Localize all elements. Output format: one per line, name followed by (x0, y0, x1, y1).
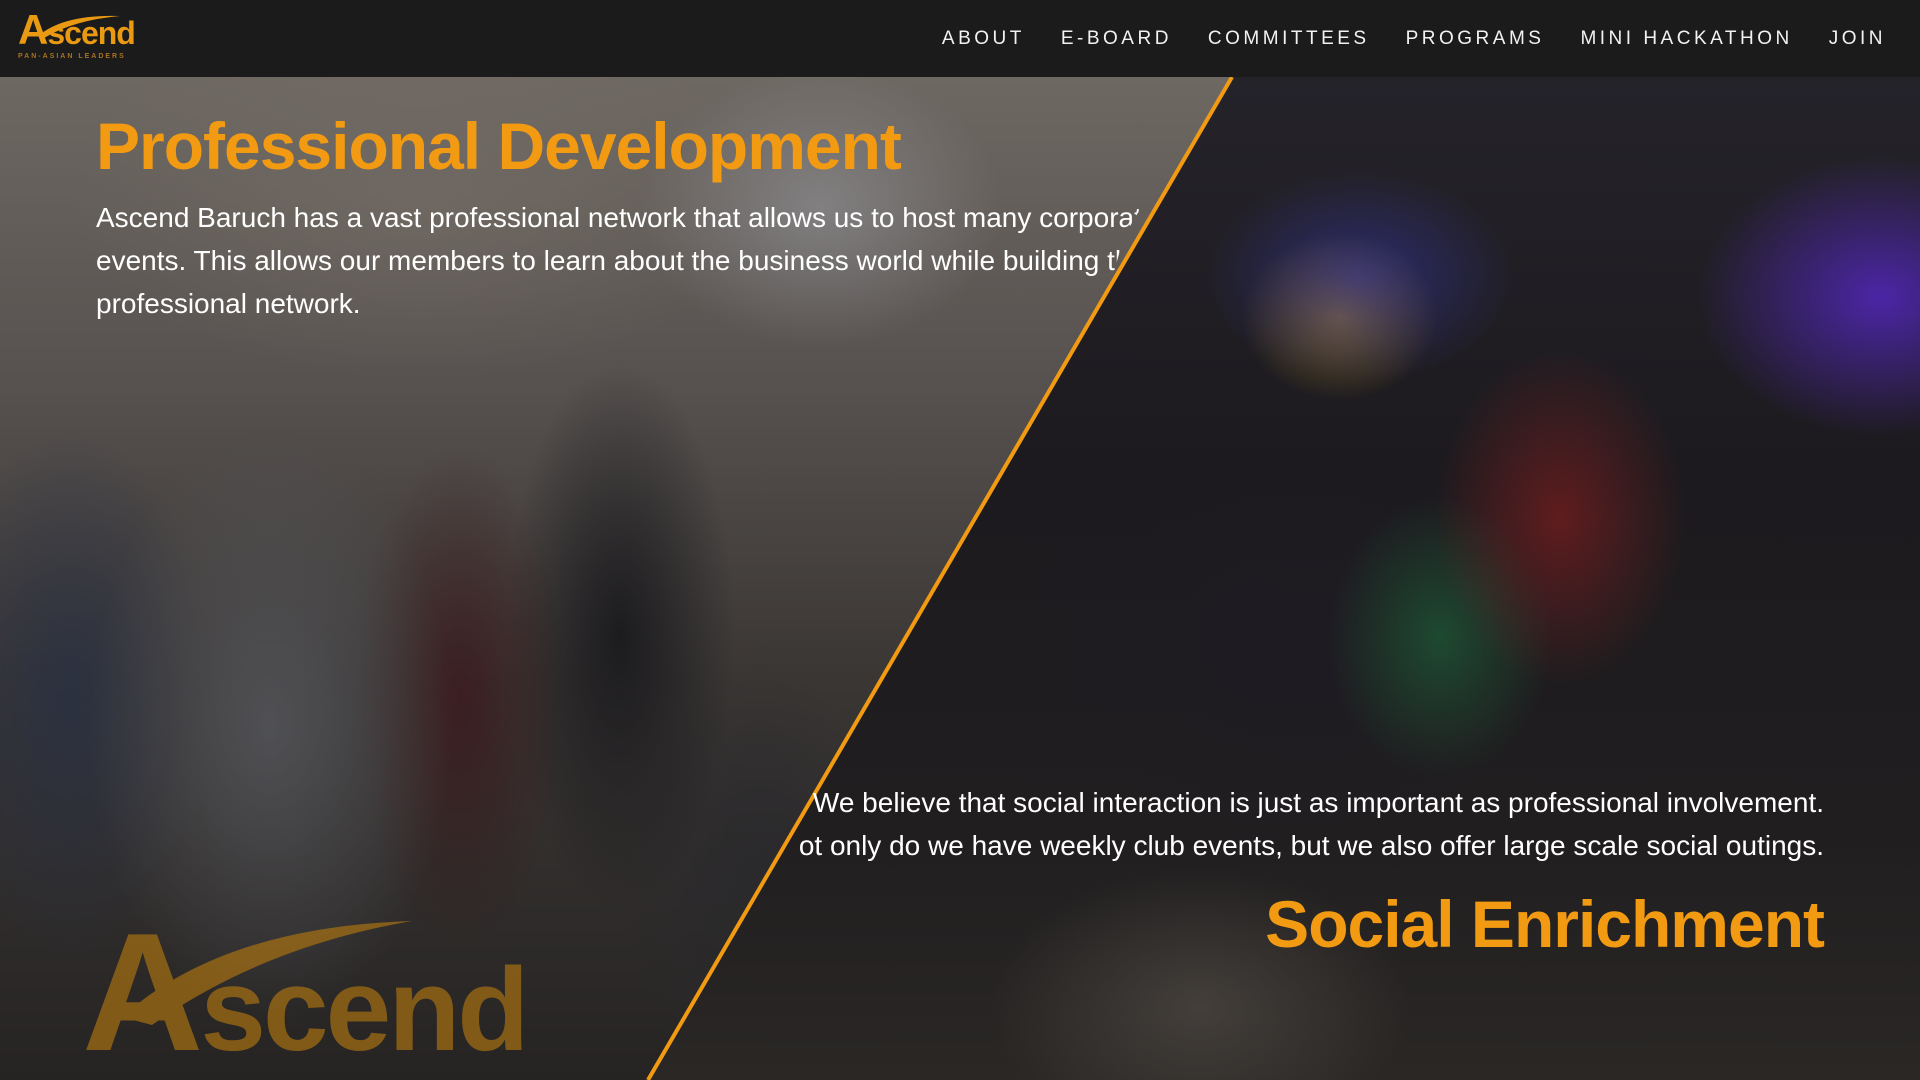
ascend-watermark-logo: Ascend (82, 908, 529, 1080)
nav-join[interactable]: JOIN (1829, 28, 1886, 50)
professional-description-container: Ascend Baruch has a vast professional ne… (96, 196, 1146, 336)
nav-programs[interactable]: PROGRAMS (1406, 28, 1545, 50)
main-nav: ABOUT E-BOARD COMMITTEES PROGRAMS MINI H… (906, 0, 1886, 77)
page: Ascend PAN-ASIAN LEADERS ABOUT E-BOARD C… (0, 0, 1920, 1080)
ascend-logo[interactable]: Ascend PAN-ASIAN LEADERS (16, 9, 136, 66)
logo-tagline: PAN-ASIAN LEADERS (18, 53, 126, 60)
nav-committees[interactable]: COMMITTEES (1208, 28, 1370, 50)
watermark-wordmark: Ascend (82, 898, 529, 1080)
professional-development-description: Ascend Baruch has a vast professional ne… (96, 202, 1146, 319)
nav-about[interactable]: ABOUT (942, 28, 1025, 50)
social-description-container: We believe that social interaction is ju… (800, 781, 1824, 881)
nav-e-board[interactable]: E-BOARD (1061, 28, 1172, 50)
nav-mini-hackathon[interactable]: MINI HACKATHON (1580, 28, 1792, 50)
hero-split-section: Ascend Professional Development Ascend B… (0, 77, 1920, 1080)
social-enrichment-description: We believe that social interaction is ju… (800, 787, 1824, 861)
top-navbar: Ascend PAN-ASIAN LEADERS ABOUT E-BOARD C… (0, 0, 1920, 77)
logo-wordmark: Ascend (18, 6, 136, 53)
professional-development-title: Professional Development (96, 109, 902, 183)
social-enrichment-title: Social Enrichment (1265, 887, 1825, 961)
